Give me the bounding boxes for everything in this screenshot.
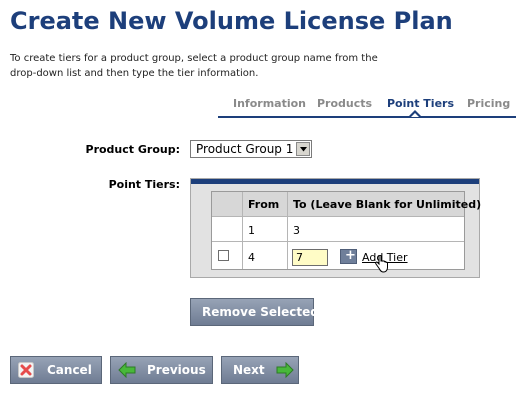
arrow-right-icon xyxy=(276,362,294,378)
x-icon xyxy=(18,362,34,378)
column-header-from: From xyxy=(248,198,280,211)
table-row: 1 3 xyxy=(212,217,464,241)
point-tiers-panel: From To (Leave Blank for Unlimited) 1 3 … xyxy=(190,178,481,278)
remove-selected-button[interactable]: Remove Selected xyxy=(190,298,319,326)
cancel-button[interactable]: Cancel xyxy=(10,356,102,384)
tier-to-cell: 3 xyxy=(293,224,300,237)
tab-information[interactable]: Information xyxy=(233,97,306,110)
row-divider xyxy=(212,241,464,242)
active-tab-pointer-inner xyxy=(411,113,419,117)
tab-underline xyxy=(218,116,516,118)
row-select-checkbox[interactable] xyxy=(218,250,229,261)
point-tiers-table: From To (Leave Blank for Unlimited) 1 3 … xyxy=(211,191,481,273)
product-group-select[interactable]: Product Group 1 xyxy=(190,140,312,158)
instructions-line-1: To create tiers for a product group, sel… xyxy=(10,53,378,64)
previous-label: Previous xyxy=(147,363,206,377)
hand-pointer-icon xyxy=(375,255,388,273)
tier-to-input[interactable]: 7 xyxy=(292,249,328,266)
column-header-to: To (Leave Blank for Unlimited) xyxy=(293,198,482,211)
cancel-label: Cancel xyxy=(47,363,92,377)
product-group-select-value: Product Group 1 xyxy=(196,142,294,156)
plus-icon[interactable]: + xyxy=(340,248,357,264)
tab-products[interactable]: Products xyxy=(317,97,372,110)
instructions-text: To create tiers for a product group, sel… xyxy=(10,51,430,81)
page-title: Create New Volume License Plan xyxy=(10,7,453,35)
panel-accent-bar xyxy=(191,179,479,184)
remove-selected-label: Remove Selected xyxy=(202,305,319,319)
table-header: From To (Leave Blank for Unlimited) xyxy=(212,192,481,216)
tab-point-tiers[interactable]: Point Tiers xyxy=(387,97,454,110)
previous-button[interactable]: Previous xyxy=(110,356,213,384)
arrow-left-icon xyxy=(118,362,136,378)
point-tiers-label: Point Tiers: xyxy=(108,178,180,191)
wizard-tabs: Information Products Point Tiers Pricing xyxy=(218,97,516,119)
product-group-label: Product Group: xyxy=(85,143,180,156)
next-button[interactable]: Next xyxy=(221,356,299,384)
next-label: Next xyxy=(233,363,265,377)
tier-from-cell: 1 xyxy=(248,224,255,237)
tab-pricing[interactable]: Pricing xyxy=(467,97,510,110)
instructions-line-2: drop-down list and then type the tier in… xyxy=(10,68,259,79)
tier-from-cell: 4 xyxy=(248,251,255,264)
chevron-down-icon[interactable] xyxy=(296,142,310,156)
